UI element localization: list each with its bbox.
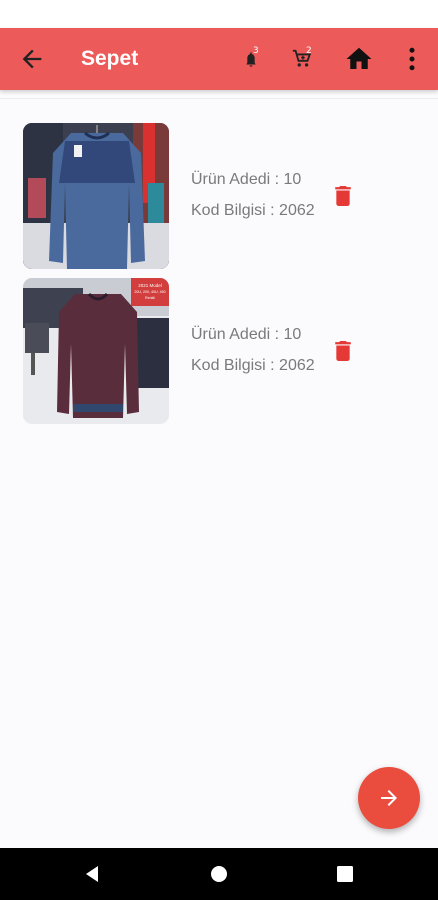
cart-count-badge: 2 xyxy=(306,46,312,56)
item-code: Kod Bilgisi : 2062 xyxy=(191,202,315,219)
product-image[interactable] xyxy=(23,123,169,269)
arrow-right-icon xyxy=(381,790,397,806)
home-icon[interactable] xyxy=(344,44,374,74)
trash-icon[interactable] xyxy=(335,186,351,206)
item-code: Kod Bilgisi : 2062 xyxy=(191,357,315,374)
next-fab-button[interactable] xyxy=(358,767,420,829)
more-vert-icon[interactable] xyxy=(397,44,427,74)
product-image[interactable]: 2021 Model 20U, 200, 40U, 450 Renkli xyxy=(23,278,169,424)
item-info: Ürün Adedi : 10 Kod Bilgisi : 2062 xyxy=(191,319,315,381)
thumb-tag-line2: 20U, 200, 40U, 450 xyxy=(134,290,165,294)
nav-recents-icon[interactable] xyxy=(335,864,355,884)
notification-count-badge: 3 xyxy=(253,46,259,56)
item-info: Ürün Adedi : 10 Kod Bilgisi : 2062 xyxy=(191,164,315,226)
arrow-left-icon[interactable] xyxy=(18,45,46,73)
cart-item[interactable]: Ürün Adedi : 10 Kod Bilgisi : 2062 xyxy=(23,123,418,269)
item-quantity: Ürün Adedi : 10 xyxy=(191,326,302,343)
cart-button[interactable]: 2 xyxy=(291,44,321,74)
nav-back-icon[interactable] xyxy=(82,864,102,884)
item-quantity: Ürün Adedi : 10 xyxy=(191,171,302,188)
notifications-button[interactable]: 3 xyxy=(240,44,270,74)
trash-icon[interactable] xyxy=(335,341,351,361)
system-nav-bar xyxy=(0,848,438,900)
thumb-tag-line1: 2021 Model xyxy=(138,283,162,288)
divider xyxy=(0,98,438,99)
app-bar: Sepet 3 2 xyxy=(0,28,438,90)
cart-item[interactable]: 2021 Model 20U, 200, 40U, 450 Renkli Ürü… xyxy=(23,278,418,424)
status-bar xyxy=(0,0,438,28)
page-title: Sepet xyxy=(81,47,139,70)
thumb-tag-line3: Renkli xyxy=(145,296,155,300)
nav-home-icon[interactable] xyxy=(209,864,229,884)
